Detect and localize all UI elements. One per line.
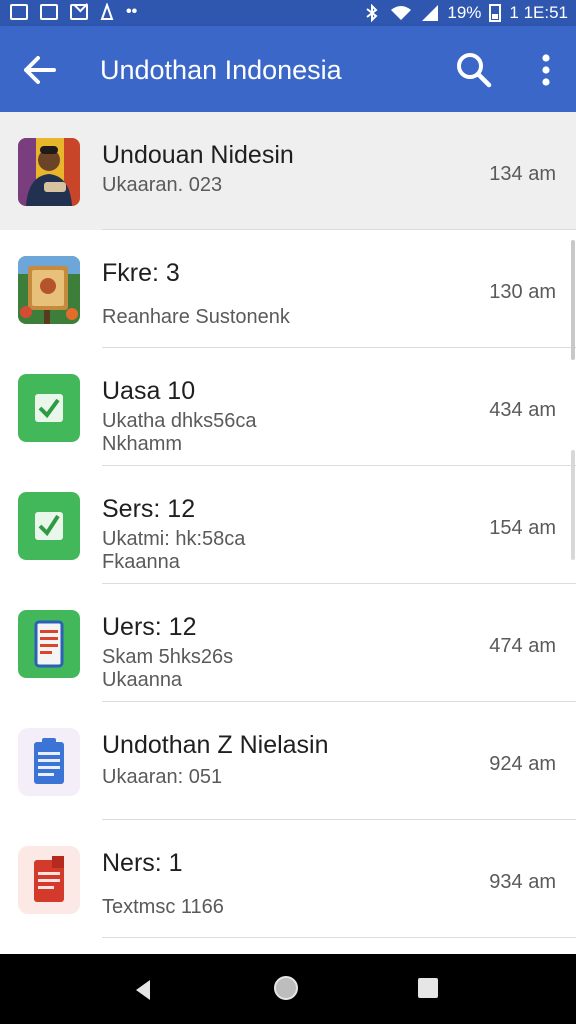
- green-phone-icon: [18, 610, 80, 678]
- search-icon[interactable]: [452, 48, 496, 92]
- item-time: 474 am: [489, 635, 556, 657]
- app-title: Undothan Indonesia: [100, 55, 342, 85]
- sign-photo-thumbnail: [18, 256, 80, 324]
- conversation-list: Undouan Nidesin Ukaaran. 023 134 am Fkre…: [0, 112, 576, 954]
- nav-back-icon[interactable]: [130, 976, 158, 1004]
- app-bar: Undothan Indonesia: [0, 26, 576, 112]
- more-vert-icon[interactable]: [526, 48, 566, 92]
- nav-recents-icon[interactable]: [416, 976, 440, 1000]
- item-subtitle: Textmsc 1166: [102, 896, 224, 918]
- list-item[interactable]: Ners: 1 Textmsc 1166 934 am: [0, 820, 576, 938]
- item-title: Undouan Nidesin: [102, 141, 294, 169]
- person-photo-thumbnail: [18, 138, 80, 206]
- item-subtitle: Ukaaran. 023: [102, 174, 223, 196]
- system-status: 19% 1 1E:51: [363, 2, 568, 24]
- item-subtitle: Ukatmi: hk:58ca Fkaanna: [102, 528, 246, 573]
- status-bar: •• 19% 1 1E:51: [0, 0, 576, 26]
- item-title: Sers: 12: [102, 495, 196, 523]
- green-checkbox-icon: [18, 492, 80, 560]
- status-time: 1 1E:51: [509, 3, 568, 22]
- list-item[interactable]: Fkre: 3 Reanhare Sustonenk 130 am: [0, 230, 576, 348]
- item-time: 134 am: [489, 163, 556, 185]
- wifi-icon: [391, 6, 412, 20]
- item-subtitle: Ukaaran: 051: [102, 766, 223, 788]
- item-time: 154 am: [489, 517, 556, 539]
- list-item[interactable]: Undothan Z Nielasin Ukaaran: 051 924 am: [0, 702, 576, 820]
- mail-notification-icon: [70, 4, 88, 20]
- red-document-icon: [18, 846, 80, 914]
- green-check-icon: [18, 374, 80, 442]
- battery-percent: 19%: [447, 3, 482, 22]
- item-time: 924 am: [489, 753, 556, 775]
- signal-icon: [422, 5, 439, 21]
- list-item[interactable]: Undouan Nidesin Ukaaran. 023 134 am: [0, 112, 576, 230]
- item-title: Ners: 1: [102, 849, 183, 877]
- list-item[interactable]: Uasa 10 Ukatha dhks56ca Nkhamm 434 am: [0, 348, 576, 466]
- notification-icons: ••: [10, 3, 137, 21]
- item-title: Uers: 12: [102, 613, 197, 641]
- voicemail-notification-icon: [100, 3, 114, 20]
- image-notification-icon: [10, 4, 28, 20]
- more-notifications-icon: ••: [126, 3, 138, 20]
- list-item[interactable]: Sers: 12 Ukatmi: hk:58ca Fkaanna 154 am: [0, 466, 576, 584]
- item-time: 434 am: [489, 399, 556, 421]
- item-subtitle: Ukatha dhks56ca Nkhamm: [102, 410, 257, 455]
- list-item[interactable]: Uers: 12 Skam 5hks26s Ukaanna 474 am: [0, 584, 576, 702]
- blue-clipboard-icon: [18, 728, 80, 796]
- item-title: Uasa 10: [102, 377, 196, 405]
- scrollbar-thumb[interactable]: [571, 240, 575, 360]
- system-nav-bar: [0, 954, 576, 1024]
- item-time: 130 am: [489, 281, 556, 303]
- divider: [102, 937, 576, 938]
- item-title: Undothan Z Nielasin: [102, 731, 329, 759]
- bluetooth-icon: [366, 4, 378, 22]
- item-subtitle: Reanhare Sustonenk: [102, 306, 290, 328]
- item-subtitle: Skam 5hks26s Ukaanna: [102, 646, 234, 691]
- scrollbar-track[interactable]: [571, 450, 575, 560]
- nav-home-icon[interactable]: [272, 974, 300, 1002]
- photo-notification-icon: [40, 4, 58, 20]
- battery-icon: [489, 4, 502, 22]
- item-time: 934 am: [489, 871, 556, 893]
- back-arrow-icon[interactable]: [18, 48, 62, 92]
- item-title: Fkre: 3: [102, 259, 180, 287]
